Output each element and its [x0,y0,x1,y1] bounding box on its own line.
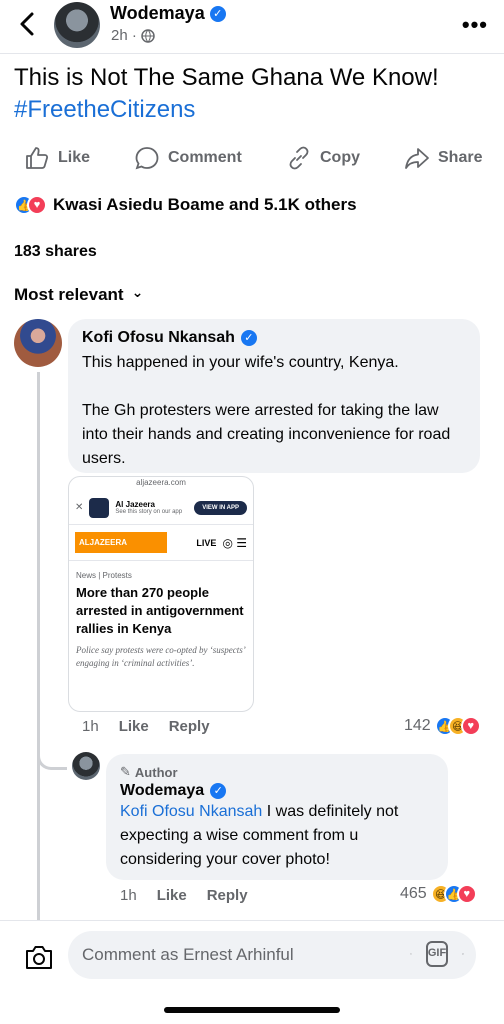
comment-paragraph: The Gh protesters were arrested for taki… [82,402,451,467]
love-reaction-icon: ♥ [456,884,477,904]
gif-icon[interactable]: GIF [425,941,449,967]
post-meta: 2h · [111,27,155,44]
post-header: Wodemaya ✓ 2h · ••• [0,0,504,54]
reply-like-button[interactable]: Like [157,887,187,904]
comment-placeholder: Comment as Ernest Arhinful [82,945,294,964]
card-app-banner: ✕ Al Jazeera See this story on our app V… [69,491,253,525]
mention-link[interactable]: Kofi Ofosu Nkansah [120,803,262,820]
reply-reactions[interactable]: 465 😆 👍 ♥ [400,884,477,904]
comment-input[interactable]: Comment as Ernest Arhinful GIF [68,931,476,979]
reply-text: Kofi Ofosu Nkansah I was definitely not … [120,800,434,872]
verified-badge-icon: ✓ [210,783,227,799]
share-label: Share [438,149,483,166]
camera-icon[interactable] [24,943,54,971]
love-reaction-icon: ♥ [460,716,481,736]
reply-bubble: ✎ Author Wodemaya ✓ Kofi Ofosu Nkansah I… [106,754,448,880]
thread-line [37,372,40,932]
card-live-label: LIVE [196,537,217,548]
reaction-count: 465 [400,885,427,902]
link-preview-card[interactable]: aljazeera.com ✕ Al Jazeera See this stor… [68,476,254,712]
like-button[interactable]: Like [24,142,90,174]
reply-avatar[interactable] [72,752,100,780]
card-brand-bar: ALJAZEERA LIVE ◎ ☰ [69,525,253,561]
aljazeera-logo-icon [89,497,110,518]
reply-time: 1h [120,887,137,904]
comment-like-button[interactable]: Like [119,718,149,735]
page-avatar[interactable] [54,2,100,48]
commenter-name-text[interactable]: Kofi Ofosu Nkansah [82,329,235,347]
page-name-text[interactable]: Wodemaya [110,3,205,24]
chevron-down-icon: ⌄ [131,283,144,300]
card-app-name: Al Jazeera [115,500,155,509]
comment-bubble-icon [135,147,159,170]
copy-link-button[interactable]: Copy [286,142,360,174]
post-text: This is Not The Same Ghana We Know! [14,64,439,91]
comment-bubble: Kofi Ofosu Nkansah ✓ This happened in yo… [68,319,480,473]
shares-count[interactable]: 183 shares [14,243,97,261]
reactions-text: Kwasi Asiedu Boame and 5.1K others [53,195,357,214]
page-name[interactable]: Wodemaya ✓ [110,3,226,24]
sticker-icon[interactable] [410,953,412,955]
reactions-summary[interactable]: 👍 ♥ Kwasi Asiedu Boame and 5.1K others [14,195,357,215]
comment-reactions[interactable]: 142 👍 😆 ♥ [404,716,481,736]
close-icon: ✕ [75,502,84,513]
commenter-name[interactable]: Kofi Ofosu Nkansah ✓ [82,329,466,347]
more-options-icon[interactable]: ••• [462,12,488,38]
sort-dropdown[interactable]: Most relevant ⌄ [14,283,144,305]
aljazeera-brand: ALJAZEERA [75,532,167,553]
reaction-count: 142 [404,717,431,734]
comment-paragraph: This happened in your wife's country, Ke… [82,354,399,371]
comment-composer: Comment as Ernest Arhinful GIF [0,920,504,1024]
author-label: Author [134,764,178,780]
link-icon [289,146,309,170]
author-badge: ✎ Author [120,764,434,780]
post-body: This is Not The Same Ghana We Know! #Fre… [14,62,494,126]
comment-reply-button[interactable]: Reply [169,718,210,735]
like-label: Like [58,149,91,166]
copy-label: Copy [320,149,360,166]
card-headline: More than 270 people arrested in antigov… [76,585,244,636]
globe-icon [141,28,155,43]
card-app-sub: See this story on our app [115,509,183,515]
reply-name-text[interactable]: Wodemaya [120,782,204,800]
comment-button[interactable]: Comment [134,142,242,174]
home-indicator [164,1007,340,1013]
card-url: aljazeera.com [136,478,186,487]
share-arrow-icon [405,148,429,169]
reply-name[interactable]: Wodemaya ✓ [120,782,434,800]
commenter-avatar[interactable] [14,319,62,367]
card-category: News | Protests [76,571,132,580]
pencil-icon: ✎ [120,764,131,779]
verified-badge-icon: ✓ [209,5,226,22]
sort-label: Most relevant [14,285,124,304]
thumbs-up-icon [26,147,49,169]
share-button[interactable]: Share [404,142,482,174]
reply-reply-button[interactable]: Reply [207,887,248,904]
hashtag-link[interactable]: #FreetheCitizens [14,94,494,126]
verified-badge-icon: ✓ [240,330,257,346]
card-subtitle: Police say protests were co-opted by ‘su… [76,645,245,668]
comment-time: 1h [82,718,99,735]
emoji-icon[interactable] [462,953,464,955]
post-actions: Like Comment Copy Share [0,142,504,174]
love-reaction-icon: ♥ [27,195,47,215]
comment-meta: 1h Like Reply [82,718,210,735]
comment-text: This happened in your wife's country, Ke… [82,351,466,471]
reply-meta: 1h Like Reply [120,887,248,904]
account-menu-icon: ◎ ☰ [222,535,247,550]
thread-branch [37,700,67,770]
view-in-app-button: VIEW IN APP [194,500,247,515]
back-arrow-icon[interactable] [14,10,42,38]
comment-label: Comment [168,149,242,166]
post-time[interactable]: 2h · [111,27,137,44]
